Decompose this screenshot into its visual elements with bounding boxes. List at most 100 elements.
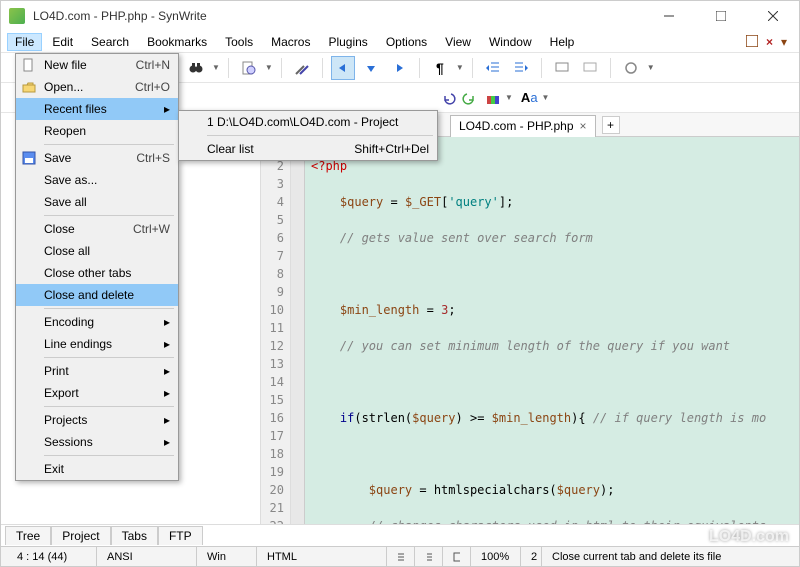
submenu-arrow-icon: ▸ (164, 337, 170, 351)
statusbar: 4 : 14 (44) ANSI Win HTML 100% 2 Close c… (1, 546, 799, 566)
submenu-arrow-icon: ▸ (164, 315, 170, 329)
comment-icon[interactable] (550, 56, 574, 80)
file-close-other[interactable]: Close other tabs (16, 262, 178, 284)
file-print[interactable]: Print▸ (16, 360, 178, 382)
redo-icon[interactable] (461, 90, 477, 106)
file-encoding[interactable]: Encoding▸ (16, 311, 178, 333)
fold-column[interactable] (291, 137, 305, 524)
dropdown-icon[interactable]: ▼ (265, 63, 273, 72)
open-icon (22, 80, 36, 94)
menu-tools[interactable]: Tools (217, 33, 261, 51)
status-lexer[interactable]: HTML (257, 547, 387, 566)
dropdown-icon[interactable]: ▼ (456, 63, 464, 72)
close-button[interactable] (755, 2, 791, 30)
binoculars-icon[interactable] (184, 56, 208, 80)
tab-close-icon[interactable]: × (580, 119, 587, 133)
submenu-arrow-icon: ▸ (164, 435, 170, 449)
bottom-tab-tree[interactable]: Tree (5, 526, 51, 545)
file-line-endings[interactable]: Line endings▸ (16, 333, 178, 355)
menu-options[interactable]: Options (378, 33, 435, 51)
bottom-tab-tabs[interactable]: Tabs (111, 526, 158, 545)
document-settings-icon[interactable] (237, 56, 261, 80)
tools-icon[interactable] (290, 56, 314, 80)
status-cursor-pos: 4 : 14 (44) (7, 547, 97, 566)
file-close-delete[interactable]: Close and delete (16, 284, 178, 306)
file-open[interactable]: Open...Ctrl+O (16, 76, 178, 98)
file-projects[interactable]: Projects▸ (16, 409, 178, 431)
dropdown-icon[interactable]: ▼ (542, 93, 550, 102)
new-file-icon (22, 58, 36, 72)
arrow-down-icon[interactable] (359, 56, 383, 80)
status-map-icon[interactable] (443, 547, 471, 566)
maximize-editor-icon[interactable] (746, 35, 758, 49)
bottom-tab-ftp[interactable]: FTP (158, 526, 203, 545)
palette-icon[interactable] (485, 90, 501, 106)
menu-edit[interactable]: Edit (44, 33, 81, 51)
indent-left-icon[interactable] (481, 56, 505, 80)
status-zoom[interactable]: 100% (471, 547, 521, 566)
gutter: 1234 5678 9101112 13141516 17181920 2122… (261, 137, 291, 524)
status-encoding[interactable]: ANSI (97, 547, 197, 566)
file-export[interactable]: Export▸ (16, 382, 178, 404)
file-new[interactable]: New fileCtrl+N (16, 54, 178, 76)
indent-right-icon[interactable] (509, 56, 533, 80)
code-content[interactable]: <?php $query = $_GET['query']; // gets v… (305, 137, 799, 524)
file-reopen[interactable]: Reopen (16, 120, 178, 142)
file-close-all[interactable]: Close all (16, 240, 178, 262)
uncomment-icon[interactable] (578, 56, 602, 80)
status-lineend[interactable]: Win (197, 547, 257, 566)
bottom-panel-tabs: Tree Project Tabs FTP (1, 524, 799, 546)
menu-window[interactable]: Window (481, 33, 540, 51)
window-controls (651, 2, 791, 30)
arrow-right-icon[interactable] (387, 56, 411, 80)
submenu-arrow-icon: ▸ (164, 102, 170, 116)
menu-bookmarks[interactable]: Bookmarks (139, 33, 215, 51)
status-hint: Close current tab and delete its file (542, 547, 793, 566)
menu-dropdown-icon[interactable]: ▾ (781, 35, 787, 49)
app-icon (9, 8, 25, 24)
tab-label: LO4D.com - PHP.php (459, 119, 574, 133)
file-recent[interactable]: Recent files▸ (16, 98, 178, 120)
dropdown-icon[interactable]: ▼ (212, 63, 220, 72)
menu-macros[interactable]: Macros (263, 33, 318, 51)
window-title: LO4D.com - PHP.php - SynWrite (33, 9, 651, 23)
minimize-button[interactable] (651, 2, 687, 30)
menu-search[interactable]: Search (83, 33, 137, 51)
menu-file[interactable]: File (7, 33, 42, 51)
titlebar: LO4D.com - PHP.php - SynWrite (1, 1, 799, 31)
file-exit[interactable]: Exit (16, 458, 178, 480)
dropdown-icon[interactable]: ▼ (505, 93, 513, 102)
font-case-icon[interactable]: Aa (521, 90, 538, 105)
status-selmode-icon[interactable] (415, 547, 443, 566)
menubar: File Edit Search Bookmarks Tools Macros … (1, 31, 799, 53)
status-wrap-icon[interactable] (387, 547, 415, 566)
file-save[interactable]: SaveCtrl+S (16, 147, 178, 169)
status-extra: 2 (521, 547, 542, 566)
submenu-arrow-icon: ▸ (164, 413, 170, 427)
bottom-tab-project[interactable]: Project (51, 526, 110, 545)
recent-clear-list[interactable]: Clear listShift+Ctrl+Del (179, 138, 437, 160)
file-close[interactable]: CloseCtrl+W (16, 218, 178, 240)
menu-plugins[interactable]: Plugins (320, 33, 375, 51)
save-icon (22, 151, 36, 165)
recent-file-1[interactable]: 1 D:\LO4D.com\LO4D.com - Project (179, 111, 437, 133)
file-menu: New fileCtrl+N Open...Ctrl+O Recent file… (15, 53, 179, 481)
menu-view[interactable]: View (437, 33, 479, 51)
file-sessions[interactable]: Sessions▸ (16, 431, 178, 453)
file-save-all[interactable]: Save all (16, 191, 178, 213)
arrow-left-icon[interactable] (331, 56, 355, 80)
file-save-as[interactable]: Save as... (16, 169, 178, 191)
submenu-arrow-icon: ▸ (164, 364, 170, 378)
close-tab-icon[interactable]: × (766, 35, 773, 49)
recent-files-submenu: 1 D:\LO4D.com\LO4D.com - Project Clear l… (178, 110, 438, 161)
code-editor[interactable]: 1234 5678 9101112 13141516 17181920 2122… (261, 137, 799, 524)
menu-help[interactable]: Help (542, 33, 583, 51)
maximize-button[interactable] (703, 2, 739, 30)
sync-icon[interactable] (619, 56, 643, 80)
dropdown-icon[interactable]: ▼ (647, 63, 655, 72)
undo-icon[interactable] (441, 90, 457, 106)
editor-tab-active[interactable]: LO4D.com - PHP.php × (450, 115, 596, 137)
tab-add-button[interactable]: + (602, 116, 620, 134)
submenu-arrow-icon: ▸ (164, 386, 170, 400)
pilcrow-icon[interactable]: ¶ (428, 56, 452, 80)
